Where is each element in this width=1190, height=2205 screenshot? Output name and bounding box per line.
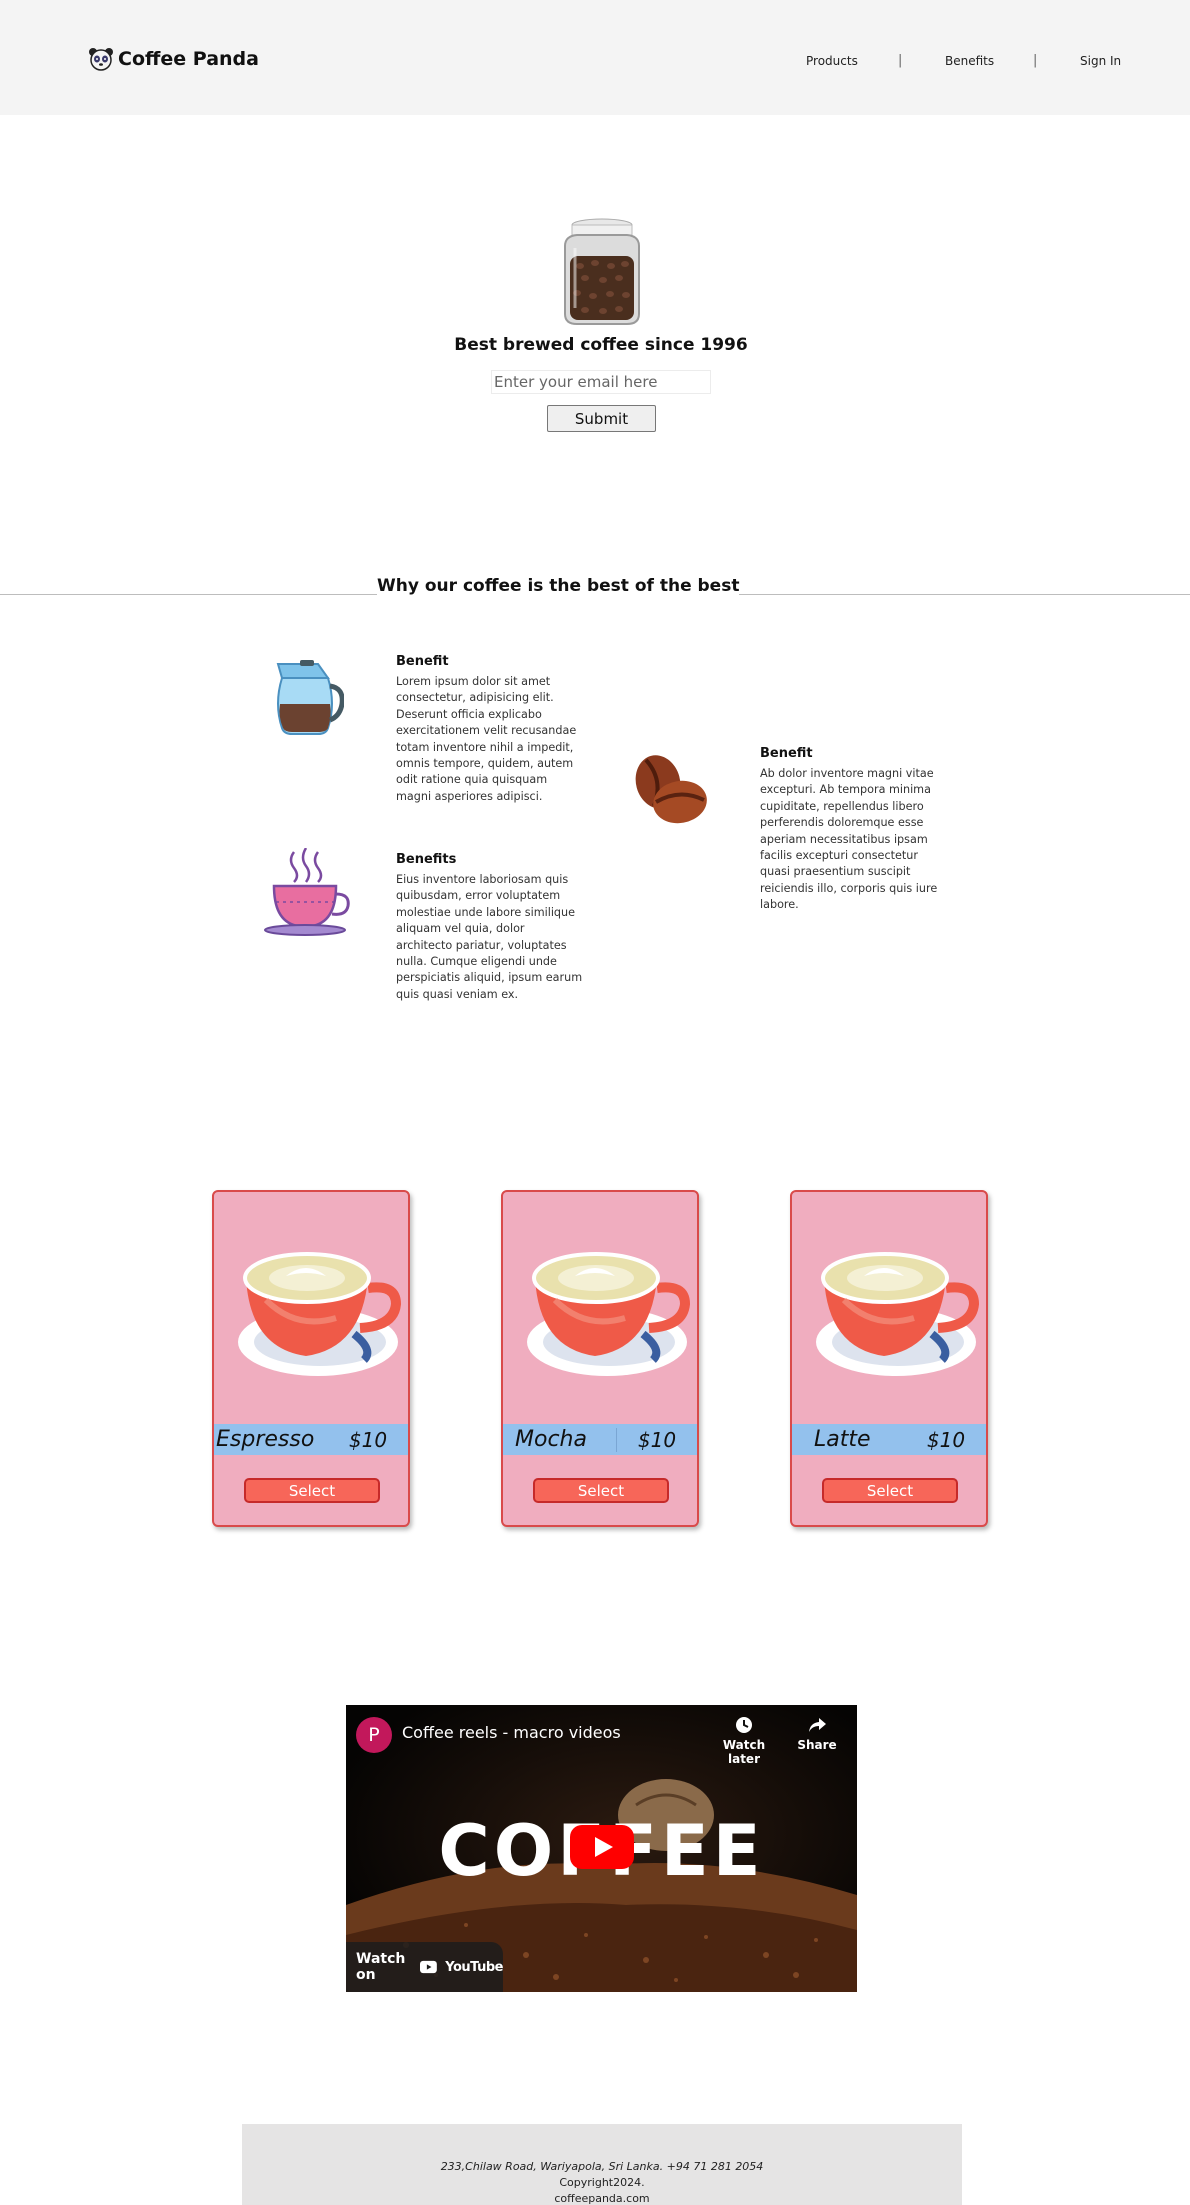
benefits-heading: Why our coffee is the best of the best (377, 576, 740, 596)
latte-cup-icon (527, 1252, 691, 1376)
price-bar: Latte $10 (792, 1424, 986, 1455)
select-button[interactable]: Select (822, 1478, 958, 1503)
benefit-text: Eius inventore laboriosam quis quibusdam… (396, 873, 583, 1001)
product-card-espresso[interactable]: Espresso $10 Select (212, 1190, 410, 1527)
tea-cup-icon (264, 848, 350, 936)
coffee-jar-icon (564, 218, 640, 325)
email-input[interactable] (491, 370, 711, 394)
watch-on-youtube-button[interactable]: Watch on YouTube (346, 1942, 503, 1992)
select-button[interactable]: Select (533, 1478, 669, 1503)
latte-cup-icon (238, 1252, 402, 1376)
watch-later-button[interactable]: Watch later (706, 1715, 782, 1766)
benefit-title: Benefit (760, 746, 813, 761)
nav-separator: | (898, 53, 903, 68)
price-bar: Mocha $10 (503, 1424, 697, 1455)
product-name: Espresso (216, 1427, 315, 1452)
product-price: $10 (616, 1427, 697, 1452)
footer-copyright: Copyright2024. (559, 2176, 645, 2189)
footer-address: 233,Chilaw Road, Wariyapola, Sri Lanka. … (440, 2160, 764, 2173)
play-icon (595, 1837, 613, 1857)
benefit-title: Benefit (396, 654, 449, 669)
footer-site-link[interactable]: coffeepanda.com (242, 2192, 962, 2205)
nav-sign-in[interactable]: Sign In (1080, 54, 1121, 68)
hero-title: Best brewed coffee since 1996 (454, 335, 748, 355)
benefit-text: Lorem ipsum dolor sit amet consectetur, … (396, 675, 577, 803)
nav-benefits[interactable]: Benefits (945, 54, 994, 68)
coffee-pot-icon (276, 660, 344, 735)
youtube-wordmark: YouTube (445, 1959, 503, 1975)
latte-cup-icon (816, 1252, 980, 1376)
brand-logo[interactable]: Coffee Panda (88, 44, 259, 74)
nav-products[interactable]: Products (806, 54, 858, 68)
product-price: $10 (926, 1427, 966, 1452)
benefit-text: Ab dolor inventore magni vitae excepturi… (760, 767, 938, 912)
product-name: Mocha (515, 1427, 587, 1452)
watch-later-label: Watch later (722, 1738, 766, 1766)
share-button[interactable]: Share (792, 1715, 842, 1752)
youtube-logo-icon (420, 1960, 438, 1974)
benefit-title: Benefits (396, 852, 457, 867)
share-icon (809, 1718, 826, 1732)
channel-avatar[interactable]: P (356, 1717, 392, 1753)
product-card-mocha[interactable]: Mocha $10 Select (501, 1190, 699, 1527)
submit-button[interactable]: Submit (547, 405, 656, 432)
product-price: $10 (348, 1427, 388, 1452)
youtube-embed[interactable]: P Coffee reels - macro videos Watch late… (346, 1705, 857, 1992)
share-label: Share (797, 1738, 837, 1752)
watch-on-label: Watch on (356, 1951, 406, 1983)
coffee-beans-icon (635, 755, 707, 824)
nav-separator: | (1033, 53, 1038, 68)
product-card-latte[interactable]: Latte $10 Select (790, 1190, 988, 1527)
clock-icon (736, 1717, 752, 1733)
panda-icon (89, 48, 113, 71)
price-bar: Espresso $10 (214, 1424, 408, 1455)
brand-name: Coffee Panda (118, 48, 259, 70)
select-button[interactable]: Select (244, 1478, 380, 1503)
site-footer: 233,Chilaw Road, Wariyapola, Sri Lanka. … (242, 2124, 962, 2205)
product-name: Latte (814, 1427, 871, 1452)
play-button[interactable] (570, 1825, 634, 1869)
video-title[interactable]: Coffee reels - macro videos (402, 1723, 621, 1742)
